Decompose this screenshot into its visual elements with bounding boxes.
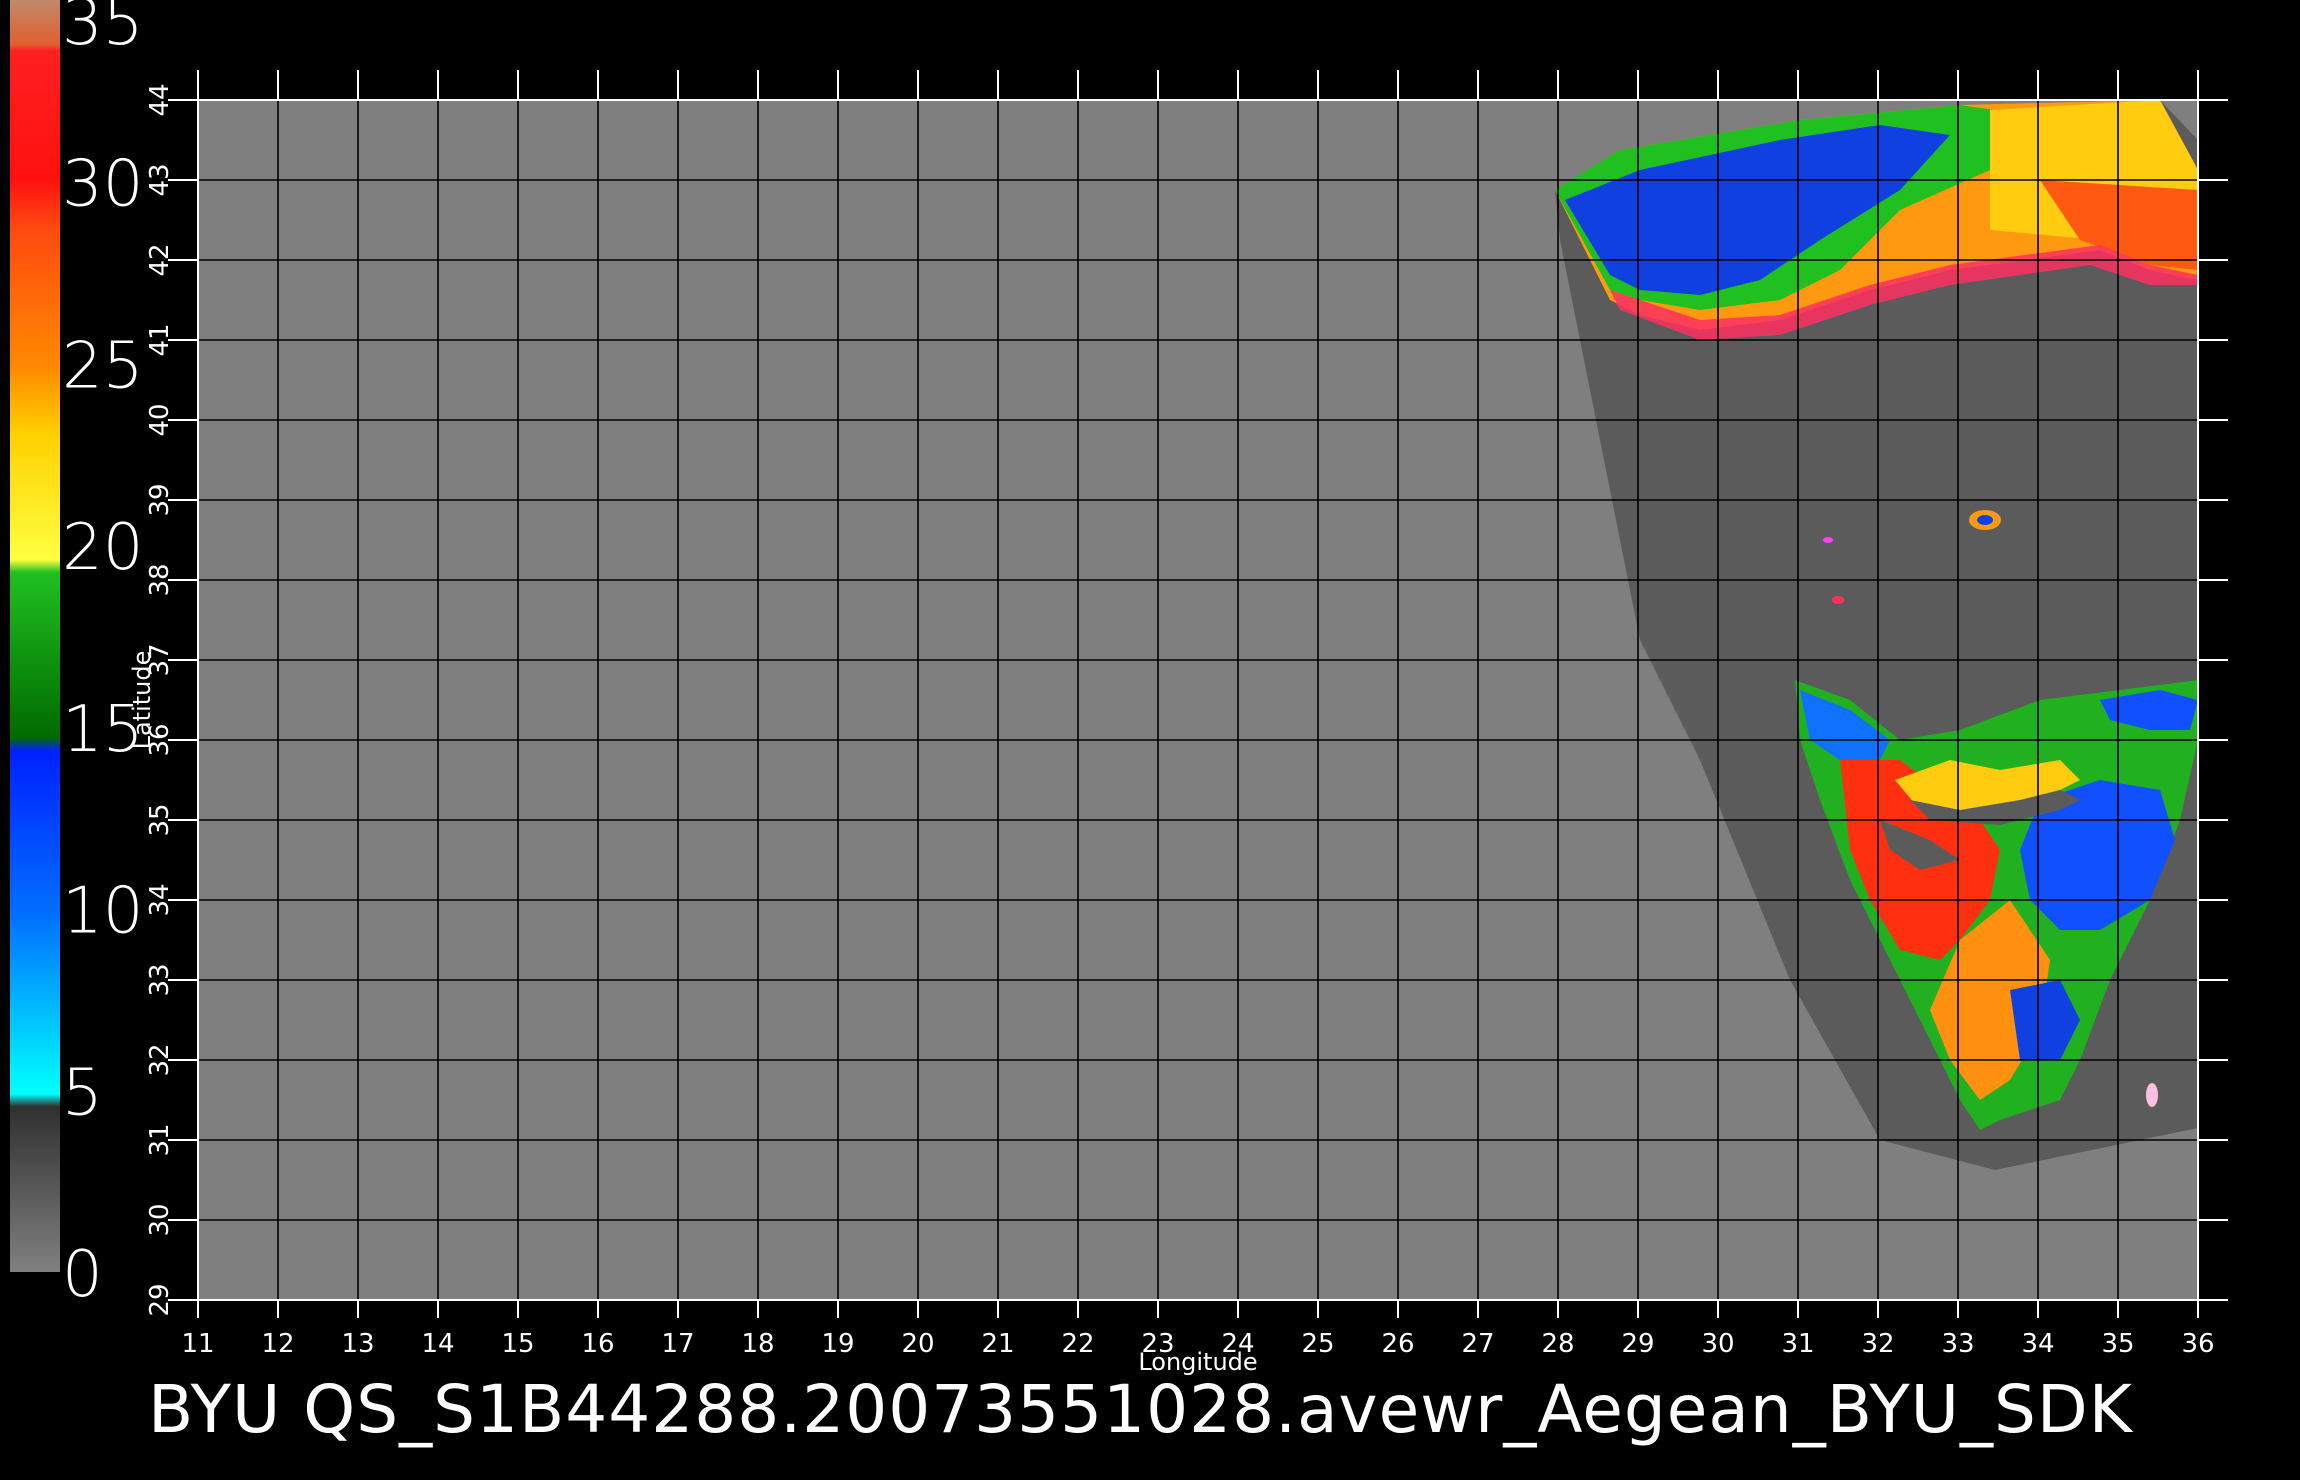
longitude-tick-label: 32 bbox=[1861, 1329, 1894, 1359]
longitude-tick-label: 16 bbox=[581, 1329, 614, 1359]
colorbar-label: 0 bbox=[62, 1238, 103, 1312]
latitude-tick-label: 41 bbox=[145, 323, 175, 356]
latitude-tick-label: 43 bbox=[145, 163, 175, 196]
longitude-tick-label: 14 bbox=[421, 1329, 454, 1359]
longitude-tick-label: 36 bbox=[2181, 1329, 2214, 1359]
latitude-tick-label: 38 bbox=[145, 563, 175, 596]
island-patch bbox=[2146, 1083, 2158, 1107]
y-axis-title: Latitude bbox=[128, 651, 156, 750]
island-patch bbox=[1832, 596, 1844, 604]
longitude-tick-label: 26 bbox=[1381, 1329, 1414, 1359]
longitude-tick-label: 22 bbox=[1061, 1329, 1094, 1359]
latitude-tick-label: 30 bbox=[145, 1203, 175, 1236]
figure-caption: BYU QS_S1B44288.20073551028.avewr_Aegean… bbox=[148, 1371, 2134, 1448]
colorbar-label: 35 bbox=[62, 0, 143, 60]
longitude-tick-label: 17 bbox=[661, 1329, 694, 1359]
latitude-tick-label: 31 bbox=[145, 1123, 175, 1156]
island-patch bbox=[1823, 537, 1833, 543]
longitude-tick-label: 27 bbox=[1461, 1329, 1494, 1359]
colorbar: 35302520151050 bbox=[10, 0, 143, 1312]
colorbar-label: 10 bbox=[62, 875, 143, 949]
latitude-tick-label: 42 bbox=[145, 243, 175, 276]
longitude-tick-label: 30 bbox=[1701, 1329, 1734, 1359]
longitude-tick-label: 13 bbox=[341, 1329, 374, 1359]
longitude-tick-label: 20 bbox=[901, 1329, 934, 1359]
longitude-tick-label: 34 bbox=[2021, 1329, 2054, 1359]
latitude-tick-label: 29 bbox=[145, 1283, 175, 1316]
latitude-tick-label: 40 bbox=[145, 403, 175, 436]
latitude-tick-label: 44 bbox=[145, 83, 175, 116]
colorbar-label: 5 bbox=[62, 1056, 103, 1130]
longitude-tick-label: 31 bbox=[1781, 1329, 1814, 1359]
latitude-tick-label: 35 bbox=[145, 803, 175, 836]
longitude-tick-label: 12 bbox=[261, 1329, 294, 1359]
longitude-tick-label: 35 bbox=[2101, 1329, 2134, 1359]
longitude-tick-label: 15 bbox=[501, 1329, 534, 1359]
longitude-tick-label: 33 bbox=[1941, 1329, 1974, 1359]
latitude-tick-label: 33 bbox=[145, 963, 175, 996]
latitude-tick-label: 34 bbox=[145, 883, 175, 916]
colorbar-label: 25 bbox=[62, 329, 143, 403]
map-plot: 11 12 13 14 15 16 17 18 19 20 21 22 23 24 25 26 27 28 29 30… bbox=[128, 70, 2228, 1376]
island-patch bbox=[1977, 515, 1993, 525]
wind-map-figure: 35 30 25 20 15 10 5 0 11 12 13 14 15 16 17 18 1… bbox=[10, 0, 2228, 1448]
colorbar-gradient bbox=[10, 0, 60, 1272]
colorbar-label: 30 bbox=[62, 148, 143, 222]
longitude-tick-label: 21 bbox=[981, 1329, 1014, 1359]
colorbar-label: 20 bbox=[62, 511, 143, 585]
longitude-tick-label: 28 bbox=[1541, 1329, 1574, 1359]
longitude-tick-label: 19 bbox=[821, 1329, 854, 1359]
latitude-tick-label: 39 bbox=[145, 483, 175, 516]
longitude-tick-label: 18 bbox=[741, 1329, 774, 1359]
longitude-tick-label: 11 bbox=[181, 1329, 214, 1359]
longitude-tick-label: 25 bbox=[1301, 1329, 1334, 1359]
longitude-tick-label: 29 bbox=[1621, 1329, 1654, 1359]
latitude-tick-label: 32 bbox=[145, 1043, 175, 1076]
